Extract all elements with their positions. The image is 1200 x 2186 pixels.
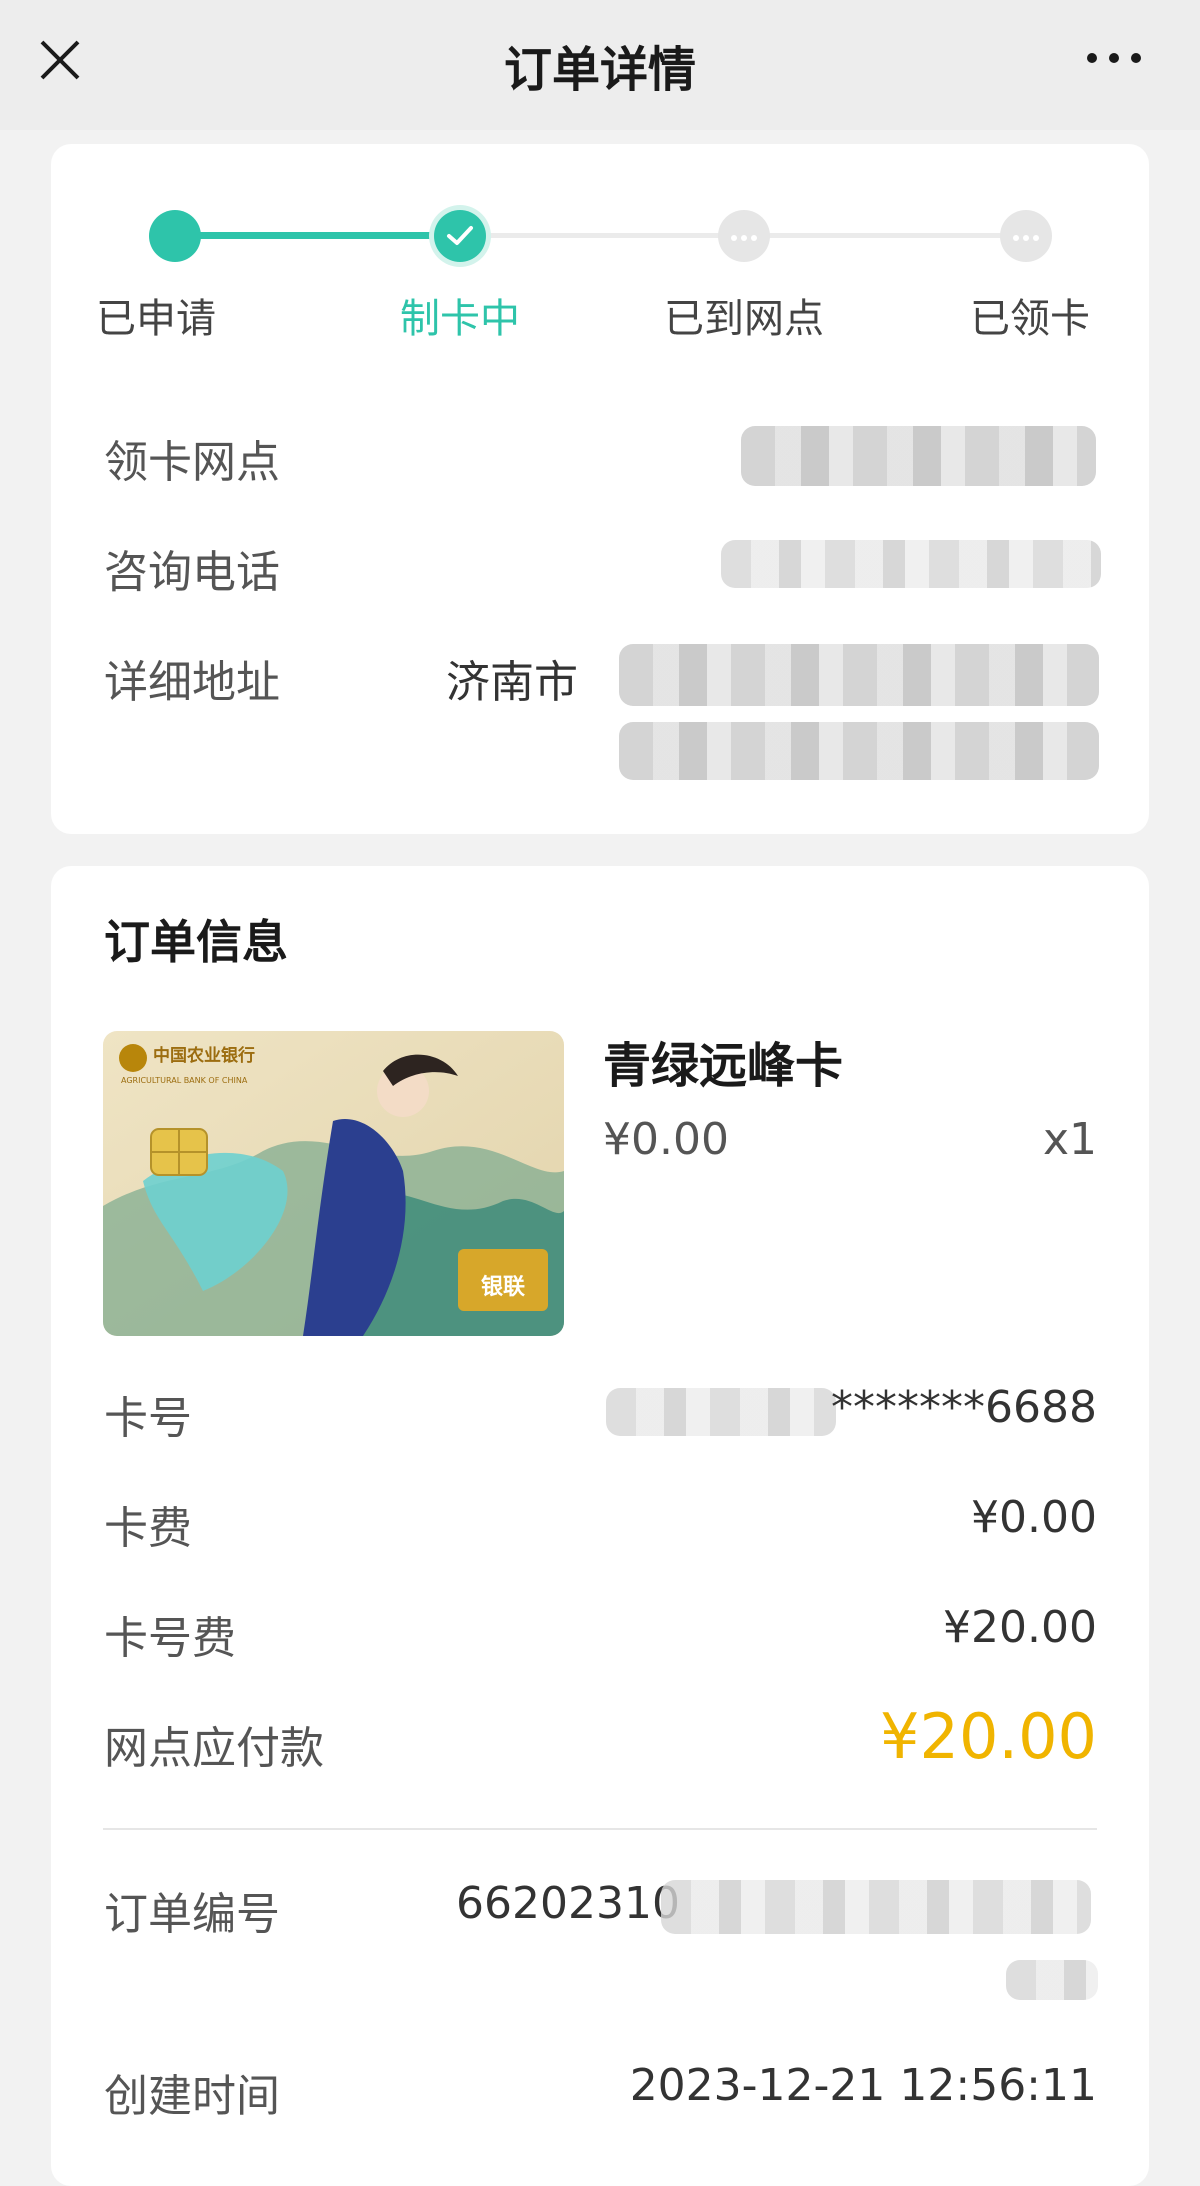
progress-track-done xyxy=(175,232,460,239)
created-label: 创建时间 xyxy=(104,2071,280,2122)
top-bar: 订单详情 xyxy=(0,0,1200,130)
bank-name-cn: 中国农业银行 xyxy=(153,1045,255,1066)
created-value: 2023-12-21 12:56:11 xyxy=(629,2060,1097,2111)
divider xyxy=(103,1828,1097,1830)
phone-label: 咨询电话 xyxy=(104,547,280,598)
step-label-arrived: 已到网点 xyxy=(664,296,824,342)
step-making-dot xyxy=(434,210,486,262)
bank-card-image: 中国农业银行 AGRICULTURAL BANK OF CHINA 银联 xyxy=(103,1031,564,1336)
step-label-collected: 已领卡 xyxy=(970,296,1090,342)
more-icon[interactable] xyxy=(1085,50,1145,66)
outlet-value-redacted xyxy=(741,426,1096,486)
due-value: ¥20.00 xyxy=(880,1700,1097,1773)
outlet-label: 领卡网点 xyxy=(104,437,280,488)
step-collected-dot xyxy=(1000,210,1052,262)
order-no-label: 订单编号 xyxy=(104,1889,280,1940)
card-fee-value: ¥0.00 xyxy=(971,1492,1097,1543)
section-title: 订单信息 xyxy=(104,915,288,969)
page-title: 订单详情 xyxy=(503,42,696,98)
bank-name-en: AGRICULTURAL BANK OF CHINA xyxy=(121,1076,248,1085)
product-price: ¥0.00 xyxy=(603,1114,729,1165)
pending-dots-icon xyxy=(1000,231,1052,241)
pending-dots-icon xyxy=(718,231,770,241)
due-label: 网点应付款 xyxy=(104,1723,324,1774)
card-no-value: *******6688 xyxy=(831,1382,1097,1433)
check-icon xyxy=(447,226,473,245)
product-qty: x1 xyxy=(1042,1114,1097,1165)
card-no-label: 卡号 xyxy=(104,1393,192,1444)
order-no-prefix: 66202310 xyxy=(456,1878,680,1929)
address-line1-redacted xyxy=(619,644,1099,706)
order-card: 订单信息 中国农业银行 AGRICULTURAL BANK OF CHINA 银… xyxy=(51,866,1149,2186)
step-label-making: 制卡中 xyxy=(400,296,520,342)
product-name: 青绿远峰卡 xyxy=(603,1038,844,1094)
card-no-redacted xyxy=(606,1388,836,1436)
step-label-applied: 已申请 xyxy=(96,296,216,342)
card-fee-label: 卡费 xyxy=(104,1503,192,1554)
status-card: 已申请 制卡中 已到网点 已领卡 领卡网点 咨询电话 详细地址 济南市 xyxy=(51,144,1149,834)
step-applied-dot xyxy=(149,210,201,262)
address-prefix: 济南市 xyxy=(446,657,578,708)
phone-value-redacted[interactable] xyxy=(721,540,1101,588)
step-arrived-dot xyxy=(718,210,770,262)
number-fee-label: 卡号费 xyxy=(104,1613,236,1664)
order-no-redacted[interactable] xyxy=(661,1880,1091,1934)
order-no-redacted-line2 xyxy=(1006,1960,1098,2000)
address-line2-redacted xyxy=(619,722,1099,780)
number-fee-value: ¥20.00 xyxy=(943,1602,1097,1653)
address-label: 详细地址 xyxy=(104,657,280,708)
unionpay-logo: 银联 xyxy=(481,1275,525,1300)
